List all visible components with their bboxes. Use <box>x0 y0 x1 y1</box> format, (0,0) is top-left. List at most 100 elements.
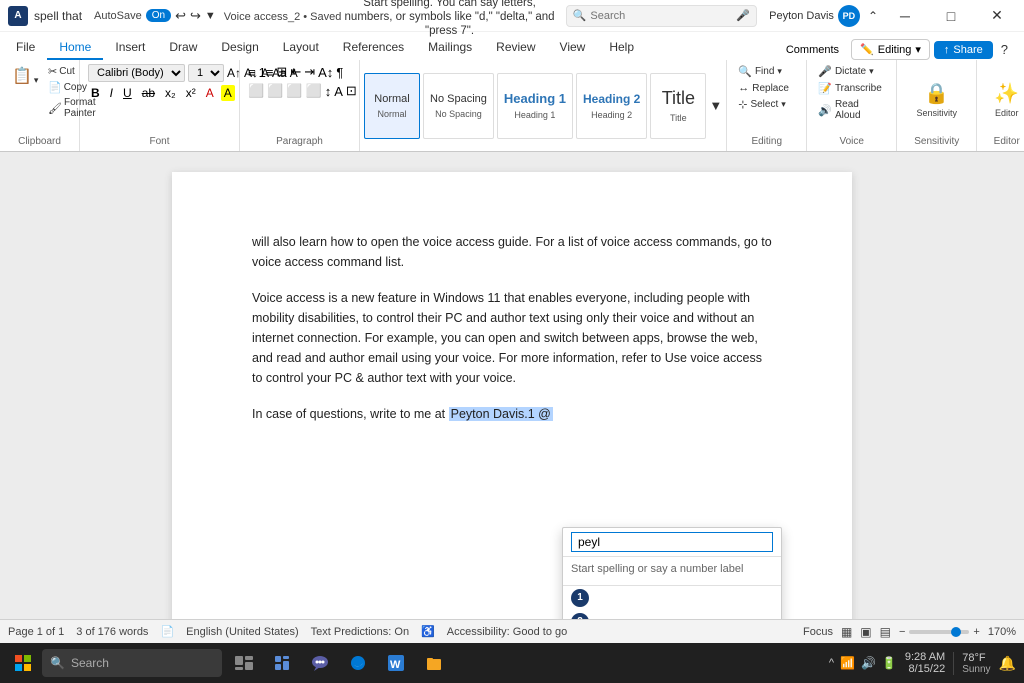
zoom-in-icon[interactable]: + <box>973 626 979 638</box>
bold-button[interactable]: B <box>88 85 103 101</box>
borders-button[interactable]: ⊡ <box>346 83 357 99</box>
taskbar-icon-chat[interactable] <box>302 645 338 681</box>
document-page[interactable]: will also learn how to open the voice ac… <box>172 172 852 619</box>
tab-file[interactable]: File <box>4 36 47 60</box>
autosave-toggle[interactable]: On <box>146 9 171 22</box>
align-center-button[interactable]: ⬜ <box>267 83 283 99</box>
italic-button[interactable]: I <box>107 85 116 101</box>
battery-icon[interactable]: 🔋 <box>882 656 897 670</box>
sensitivity-button[interactable]: 🔒 Sensitivity <box>912 79 961 120</box>
tab-help[interactable]: Help <box>597 36 646 60</box>
taskbar-icon-widgets[interactable] <box>264 645 300 681</box>
zoom-level[interactable]: 170% <box>988 626 1016 638</box>
tab-home[interactable]: Home <box>47 36 103 60</box>
style-no-spacing[interactable]: No Spacing No Spacing <box>423 73 494 139</box>
style-normal[interactable]: Normal Normal <box>364 73 420 139</box>
tab-insert[interactable]: Insert <box>103 36 157 60</box>
numbering-button[interactable]: 1≡ <box>259 65 274 80</box>
replace-button[interactable]: ↔ Replace <box>735 81 798 95</box>
taskbar-search-text: Search <box>71 656 109 670</box>
bullets-button[interactable]: ≡ <box>248 65 256 80</box>
search-input[interactable] <box>590 10 732 22</box>
ribbon-toggle-icon[interactable]: ⌃ <box>868 9 878 23</box>
view-mode-2-icon[interactable]: ▣ <box>860 625 871 639</box>
paragraph-section: ≡ 1≡ ⊞ ⇤ ⇥ A↕ ¶ ⬜ ⬜ ⬜ ⬜ ↕ A <box>240 60 360 151</box>
notifications-icon[interactable]: 🔔 <box>999 655 1016 672</box>
comments-button[interactable]: Comments <box>778 41 847 59</box>
align-left-button[interactable]: ⬜ <box>248 83 264 99</box>
decrease-indent-button[interactable]: ⇤ <box>290 64 301 80</box>
read-aloud-button[interactable]: 🔊 Read Aloud <box>815 98 888 122</box>
zoom-out-icon[interactable]: − <box>899 626 905 638</box>
share-button[interactable]: ↑ Share <box>934 41 993 59</box>
autocomplete-item-1[interactable]: 1 <box>563 586 781 610</box>
tab-layout[interactable]: Layout <box>271 36 331 60</box>
clipboard-section: 📋 ▾ ✂ Cut 📄 Copy <box>0 60 80 151</box>
subscript-button[interactable]: x₂ <box>162 85 179 101</box>
underline-button[interactable]: U <box>120 85 135 101</box>
text-highlight-color-icon[interactable]: A <box>221 85 235 101</box>
taskbar-icon-file-explorer[interactable] <box>416 645 452 681</box>
volume-icon[interactable]: 🔊 <box>861 656 876 670</box>
view-mode-3-icon[interactable]: ▤ <box>880 625 891 639</box>
taskbar-icon-edge[interactable] <box>340 645 376 681</box>
taskbar-icon-word[interactable]: W <box>378 645 414 681</box>
taskbar-icon-task-view[interactable] <box>226 645 262 681</box>
font-color-icon[interactable]: A <box>203 85 217 101</box>
style-heading1[interactable]: Heading 1 Heading 1 <box>497 73 573 139</box>
search-box[interactable]: 🔍 🎤 <box>566 5 757 27</box>
user-avatar[interactable]: PD <box>838 5 860 27</box>
datetime-area[interactable]: 9:28 AM 8/15/22 <box>905 651 945 675</box>
align-right-button[interactable]: ⬜ <box>286 83 302 99</box>
find-dropdown-icon: ▾ <box>777 66 782 77</box>
zoom-slider[interactable] <box>909 630 969 634</box>
transcribe-button[interactable]: 📝 Transcribe <box>815 81 888 96</box>
paste-dropdown-icon[interactable]: ▾ <box>34 75 39 86</box>
weather-area[interactable]: 78°F Sunny <box>953 652 990 675</box>
select-button[interactable]: ⊹ Select ▾ <box>735 97 798 112</box>
maximize-button[interactable]: □ <box>928 0 974 32</box>
sort-button[interactable]: A↕ <box>318 65 333 80</box>
style-heading2[interactable]: Heading 2 Heading 2 <box>576 73 647 139</box>
line-spacing-button[interactable]: ↕ <box>325 84 332 99</box>
microphone-icon[interactable]: 🎤 <box>736 9 750 22</box>
justify-button[interactable]: ⬜ <box>306 83 322 99</box>
strikethrough-button[interactable]: ab <box>139 85 158 101</box>
find-button[interactable]: 🔍 Find ▾ <box>735 64 798 79</box>
zoom-control[interactable]: − + <box>899 626 980 638</box>
shading-button[interactable]: A <box>334 84 343 99</box>
tab-view[interactable]: View <box>548 36 598 60</box>
network-icon[interactable]: 📶 <box>840 656 855 670</box>
dictate-button[interactable]: 🎤 Dictate ▾ <box>815 64 888 79</box>
font-size-selector[interactable]: 11 <box>188 64 224 82</box>
autocomplete-input[interactable] <box>571 532 773 552</box>
multilevel-list-button[interactable]: ⊞ <box>276 64 287 80</box>
start-button[interactable] <box>8 648 38 678</box>
tab-references[interactable]: References <box>331 36 416 60</box>
editing-button[interactable]: ✏️ Editing ▾ <box>851 39 930 60</box>
view-mode-1-icon[interactable]: ▦ <box>841 625 852 639</box>
close-button[interactable]: ✕ <box>974 0 1020 32</box>
chevron-up-icon[interactable]: ^ <box>829 657 834 669</box>
superscript-button[interactable]: x² <box>183 85 199 101</box>
show-formatting-button[interactable]: ¶ <box>336 65 343 80</box>
customize-icon[interactable]: ▼ <box>205 10 216 22</box>
tab-review[interactable]: Review <box>484 36 547 60</box>
editor-button[interactable]: ✨ Editor <box>990 79 1023 120</box>
increase-indent-button[interactable]: ⇥ <box>304 64 315 80</box>
paste-button[interactable]: 📋 ▾ <box>8 64 40 88</box>
increase-font-icon[interactable]: A↑ <box>227 66 241 80</box>
undo-icon[interactable]: ↩ <box>175 8 186 24</box>
help-icon[interactable]: ? <box>997 42 1012 57</box>
focus-button[interactable]: Focus <box>803 626 833 638</box>
taskbar-search[interactable]: 🔍 Search <box>42 649 222 677</box>
tab-design[interactable]: Design <box>209 36 270 60</box>
font-name-selector[interactable]: Calibri (Body) <box>88 64 185 82</box>
minimize-button[interactable]: ─ <box>882 0 928 32</box>
redo-icon[interactable]: ↪ <box>190 8 201 24</box>
style-title[interactable]: Title Title <box>650 73 706 139</box>
autocomplete-item-2[interactable]: 2 pey <box>563 610 781 619</box>
styles-dropdown-icon[interactable]: ▼ <box>709 98 722 113</box>
tab-draw[interactable]: Draw <box>157 36 209 60</box>
tab-mailings[interactable]: Mailings <box>416 36 484 60</box>
